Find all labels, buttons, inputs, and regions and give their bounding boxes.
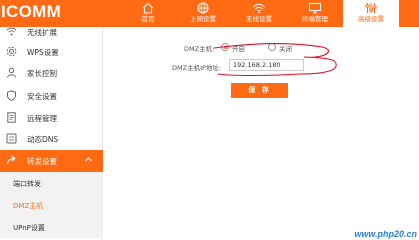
tab-advanced-label: 高级设置 [358, 15, 384, 23]
dmz-ip-input[interactable]: 192.168.2.180 [229, 59, 304, 71]
home-icon [142, 2, 154, 14]
dmz-disable-label: 关闭 [279, 45, 292, 53]
tab-home[interactable]: 首页 [120, 0, 176, 27]
chevron-up-icon[interactable] [84, 155, 93, 164]
shield-icon [7, 90, 16, 101]
sidebar-item-wps[interactable]: WPS设置 [0, 41, 103, 63]
sidebar-subitem-label: 端口转发 [13, 180, 41, 188]
monitor-icon [308, 2, 322, 14]
sidebar-subitem-dmz-host[interactable]: DMZ主机 [0, 194, 103, 216]
brand-logo: ICOMM [1, 2, 62, 21]
settings-sliders-icon [365, 3, 377, 13]
sidebar-item-label: WPS设置 [27, 48, 59, 57]
dmz-enable-radio[interactable] [221, 43, 229, 51]
wireless-extend-icon [6, 27, 17, 36]
sidebar-item-label: 家长控制 [27, 69, 57, 78]
sidebar-item-label: 无线扩展 [27, 28, 57, 37]
user-icon [7, 67, 16, 78]
sidebar-item-security[interactable]: 安全设置 [0, 85, 103, 107]
sidebar-item-remote-management[interactable]: 远程管理 [0, 107, 103, 129]
dns-icon [6, 133, 17, 144]
dmz-host-label: DMZ主机: [184, 45, 215, 53]
sidebar-subitem-label: DMZ主机 [13, 202, 44, 210]
sidebar-item-wireless-extension[interactable]: 无线扩展 [0, 21, 103, 43]
sidebar: 无线扩展 WPS设置 家长控制 安全设置 远程管理 动态DNS 转发设置 端口转… [0, 27, 103, 240]
dmz-disable-radio[interactable] [268, 43, 276, 51]
globe-icon [197, 2, 209, 14]
tab-internet-label: 上网设置 [190, 15, 216, 23]
tab-device-management[interactable]: 终端管理 [287, 0, 343, 27]
wifi-icon [253, 3, 265, 14]
sidebar-item-label: 安全设置 [27, 92, 57, 101]
tab-internet-settings[interactable]: 上网设置 [175, 0, 231, 27]
watermark: www.php20.cn [354, 229, 417, 239]
sidebar-item-parental-control[interactable]: 家长控制 [0, 62, 103, 84]
forward-icon [6, 155, 16, 165]
tab-wireless-label: 无线设置 [246, 15, 272, 23]
sidebar-subitem-label: UPnP设置 [13, 224, 45, 232]
sidebar-item-label: 动态DNS [27, 135, 59, 144]
sidebar-item-forwarding[interactable]: 转发设置 [0, 150, 103, 172]
gear-icon [6, 46, 17, 57]
main-content: DMZ主机: 开启 关闭 DMZ主机IP地址: 192.168.2.180 保 … [104, 27, 419, 240]
tab-device-label: 终端管理 [302, 15, 328, 23]
sidebar-subitem-upnp[interactable]: UPnP设置 [0, 216, 103, 238]
save-button[interactable]: 保 存 [231, 83, 288, 98]
sidebar-item-label: 转发设置 [27, 157, 57, 166]
tab-home-label: 首页 [141, 15, 155, 23]
sidebar-item-label: 远程管理 [27, 114, 57, 123]
tab-advanced-settings[interactable]: 高级设置 [343, 0, 399, 27]
dmz-enable-label: 开启 [232, 45, 245, 53]
sidebar-subitem-port-forwarding[interactable]: 端口转发 [0, 172, 103, 194]
sidebar-item-dynamic-dns[interactable]: 动态DNS [0, 128, 103, 150]
document-icon [7, 112, 16, 123]
dmz-ip-label: DMZ主机IP地址: [172, 64, 222, 72]
tab-wireless-settings[interactable]: 无线设置 [231, 0, 287, 27]
